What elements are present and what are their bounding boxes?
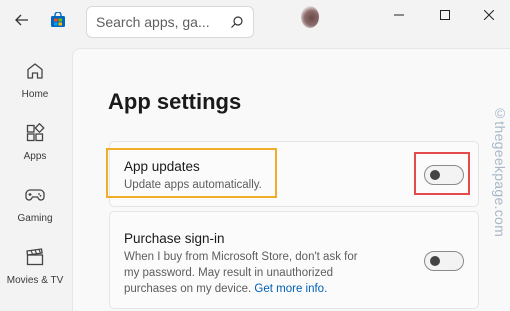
sidebar-item-label: Movies & TV [6, 275, 64, 286]
avatar[interactable] [301, 6, 319, 28]
title-bar [0, 0, 510, 40]
arrow-left-icon [15, 14, 28, 26]
description-line: When I buy from Microsoft Store, don't a… [124, 251, 358, 263]
purchase-signin-description: When I buy from Microsoft Store, don't a… [124, 249, 394, 297]
minimize-icon [394, 14, 404, 16]
microsoft-store-icon [50, 11, 66, 28]
sidebar-item-label: Gaming [17, 213, 53, 224]
clapperboard-icon [24, 246, 46, 268]
search-icon[interactable] [230, 15, 244, 29]
toggle-knob [430, 256, 440, 266]
maximize-button[interactable] [422, 0, 468, 30]
purchase-signin-toggle[interactable] [424, 251, 464, 271]
sidebar: Home Apps Gaming Movies & TV [0, 40, 70, 311]
search-input[interactable] [96, 14, 228, 30]
maximize-icon [440, 10, 450, 20]
app-updates-description: Update apps automatically. [124, 179, 262, 191]
sidebar-item-apps[interactable]: Apps [0, 114, 70, 176]
sidebar-item-label: Apps [23, 151, 47, 162]
page-title: App settings [108, 89, 242, 114]
minimize-button[interactable] [376, 0, 422, 30]
purchase-signin-card: Purchase sign-in When I buy from Microso… [109, 211, 479, 309]
sidebar-item-movies-tv[interactable]: Movies & TV [0, 238, 70, 300]
settings-panel: App settings App updates Update apps aut… [72, 48, 510, 311]
sidebar-item-home[interactable]: Home [0, 52, 70, 114]
app-updates-title: App updates [124, 159, 200, 174]
description-line: my password. May result in unauthorized [124, 267, 334, 279]
home-icon [24, 60, 46, 82]
toggle-knob [430, 170, 440, 180]
back-button[interactable] [10, 10, 34, 30]
description-line-with-link: purchases on my device. Get more info. [124, 281, 394, 297]
watermark: ©thegeekpage.com [492, 105, 508, 238]
app-updates-toggle[interactable] [424, 165, 464, 185]
sidebar-item-gaming[interactable]: Gaming [0, 176, 70, 238]
apps-grid-icon [24, 122, 46, 144]
description-line: purchases on my device. [124, 283, 252, 295]
sidebar-item-label: Home [21, 89, 49, 100]
purchase-signin-title: Purchase sign-in [124, 231, 225, 246]
gamepad-icon [24, 184, 46, 206]
get-more-info-link[interactable]: Get more info. [254, 283, 327, 295]
close-icon [484, 10, 494, 20]
close-button[interactable] [466, 0, 510, 30]
search-box [86, 6, 254, 38]
app-updates-card: App updates Update apps automatically. [109, 141, 479, 207]
